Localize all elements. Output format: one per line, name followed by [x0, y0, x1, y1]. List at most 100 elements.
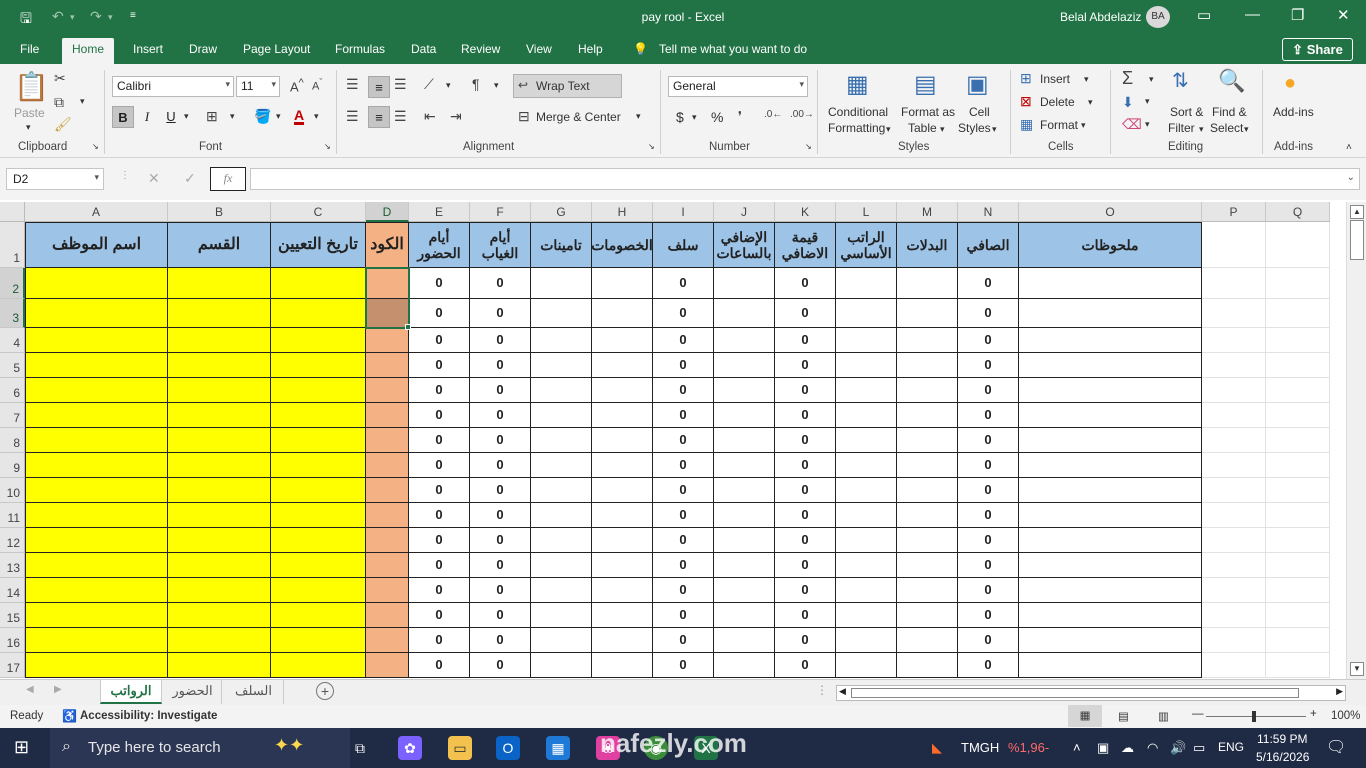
cell-b4[interactable] [168, 328, 271, 353]
cell-g2[interactable] [531, 268, 592, 299]
column-header-p[interactable]: P [1202, 202, 1266, 222]
stock-name[interactable]: TMGH [961, 740, 999, 755]
cell-n2[interactable]: 0 [958, 268, 1019, 299]
page-layout-view-icon[interactable]: ▤ [1118, 709, 1129, 723]
cell-e15[interactable]: 0 [409, 603, 470, 628]
tab-formulas[interactable]: Formulas [335, 42, 385, 56]
currency-dropdown-icon[interactable]: ▾ [692, 112, 697, 123]
column-header-a[interactable]: A [25, 202, 168, 222]
cell-p17[interactable] [1202, 653, 1266, 678]
row-header-15[interactable]: 15 [0, 603, 25, 628]
scroll-left-icon[interactable]: ◀ [839, 686, 846, 697]
cell-f12[interactable]: 0 [470, 528, 531, 553]
cell-h11[interactable] [592, 503, 653, 528]
cell-m3[interactable] [897, 299, 958, 328]
add-ins-icon[interactable]: ● [1284, 72, 1296, 95]
underline-dropdown-icon[interactable]: ▾ [184, 111, 189, 122]
cell-i4[interactable]: 0 [653, 328, 714, 353]
cell-l13[interactable] [836, 553, 897, 578]
header-cell-o[interactable]: ملحوظات [1019, 222, 1202, 268]
cell-p4[interactable] [1202, 328, 1266, 353]
cell-h13[interactable] [592, 553, 653, 578]
cell-c15[interactable] [271, 603, 366, 628]
cell-h3[interactable] [592, 299, 653, 328]
find-select-label2[interactable]: Select [1210, 121, 1243, 135]
store-icon[interactable]: ▦ [546, 736, 570, 760]
cut-icon[interactable]: ✂ [54, 70, 66, 87]
column-header-l[interactable]: L [836, 202, 897, 222]
cell-h14[interactable] [592, 578, 653, 603]
cell-h12[interactable] [592, 528, 653, 553]
next-sheet-icon[interactable]: ▶ [54, 684, 62, 695]
cell-q6[interactable] [1266, 378, 1330, 403]
close-icon[interactable]: ✕ [1337, 6, 1350, 24]
cell-l6[interactable] [836, 378, 897, 403]
cell-h6[interactable] [592, 378, 653, 403]
cell-e11[interactable]: 0 [409, 503, 470, 528]
cell-j3[interactable] [714, 299, 775, 328]
cell-h15[interactable] [592, 603, 653, 628]
cell-j7[interactable] [714, 403, 775, 428]
cell-k10[interactable]: 0 [775, 478, 836, 503]
insert-function-button[interactable]: fx [210, 167, 246, 191]
cell-e13[interactable]: 0 [409, 553, 470, 578]
cell-l16[interactable] [836, 628, 897, 653]
cell-p11[interactable] [1202, 503, 1266, 528]
tell-me-search[interactable]: Tell me what you want to do [659, 42, 807, 56]
cell-b9[interactable] [168, 453, 271, 478]
cell-n7[interactable]: 0 [958, 403, 1019, 428]
vertical-scroll-thumb[interactable] [1350, 220, 1364, 260]
cell-b7[interactable] [168, 403, 271, 428]
cell-m15[interactable] [897, 603, 958, 628]
paste-button[interactable]: Paste [14, 106, 45, 120]
chevron-down-icon[interactable]: ▾ [886, 124, 891, 135]
cell-o5[interactable] [1019, 353, 1202, 378]
italic-button[interactable]: I [136, 106, 158, 128]
cell-m14[interactable] [897, 578, 958, 603]
copilot-icon[interactable]: ✿ [398, 736, 422, 760]
column-header-q[interactable]: Q [1266, 202, 1330, 222]
cell-d8[interactable] [366, 428, 409, 453]
cell-a8[interactable] [25, 428, 168, 453]
cell-i15[interactable]: 0 [653, 603, 714, 628]
cell-i5[interactable]: 0 [653, 353, 714, 378]
cell-c12[interactable] [271, 528, 366, 553]
cell-p16[interactable] [1202, 628, 1266, 653]
cell-a12[interactable] [25, 528, 168, 553]
cell-m11[interactable] [897, 503, 958, 528]
cell-m16[interactable] [897, 628, 958, 653]
cell-q17[interactable] [1266, 653, 1330, 678]
cell-c16[interactable] [271, 628, 366, 653]
cell-o8[interactable] [1019, 428, 1202, 453]
row-header-7[interactable]: 7 [0, 403, 25, 428]
cell-c3[interactable] [271, 299, 366, 328]
cell-l15[interactable] [836, 603, 897, 628]
cell-d14[interactable] [366, 578, 409, 603]
cell-o12[interactable] [1019, 528, 1202, 553]
tab-insert[interactable]: Insert [133, 42, 163, 56]
cell-a13[interactable] [25, 553, 168, 578]
cell-g16[interactable] [531, 628, 592, 653]
header-cell-f[interactable]: أيام الغياب [470, 222, 531, 268]
header-cell-c[interactable]: تاريخ التعيين [271, 222, 366, 268]
tab-view[interactable]: View [526, 42, 552, 56]
cell-l11[interactable] [836, 503, 897, 528]
autosum-dropdown-icon[interactable]: ▾ [1149, 74, 1154, 85]
cell-a9[interactable] [25, 453, 168, 478]
cell-q9[interactable] [1266, 453, 1330, 478]
find-select-label[interactable]: Find & [1212, 105, 1247, 119]
cell-f6[interactable]: 0 [470, 378, 531, 403]
scroll-up-icon[interactable]: ▲ [1350, 205, 1364, 219]
column-header-d[interactable]: D [366, 202, 409, 222]
cell-d5[interactable] [366, 353, 409, 378]
horizontal-scrollbar[interactable]: ◀ ▶ [836, 685, 1346, 701]
cell-d15[interactable] [366, 603, 409, 628]
cell-styles-label2[interactable]: Styles [958, 121, 991, 135]
orientation-dropdown-icon[interactable]: ▾ [446, 80, 451, 91]
cell-k8[interactable]: 0 [775, 428, 836, 453]
cell-f13[interactable]: 0 [470, 553, 531, 578]
cell-m2[interactable] [897, 268, 958, 299]
cell-q14[interactable] [1266, 578, 1330, 603]
split-handle-icon[interactable]: ⋮ [816, 683, 828, 697]
cell-q8[interactable] [1266, 428, 1330, 453]
